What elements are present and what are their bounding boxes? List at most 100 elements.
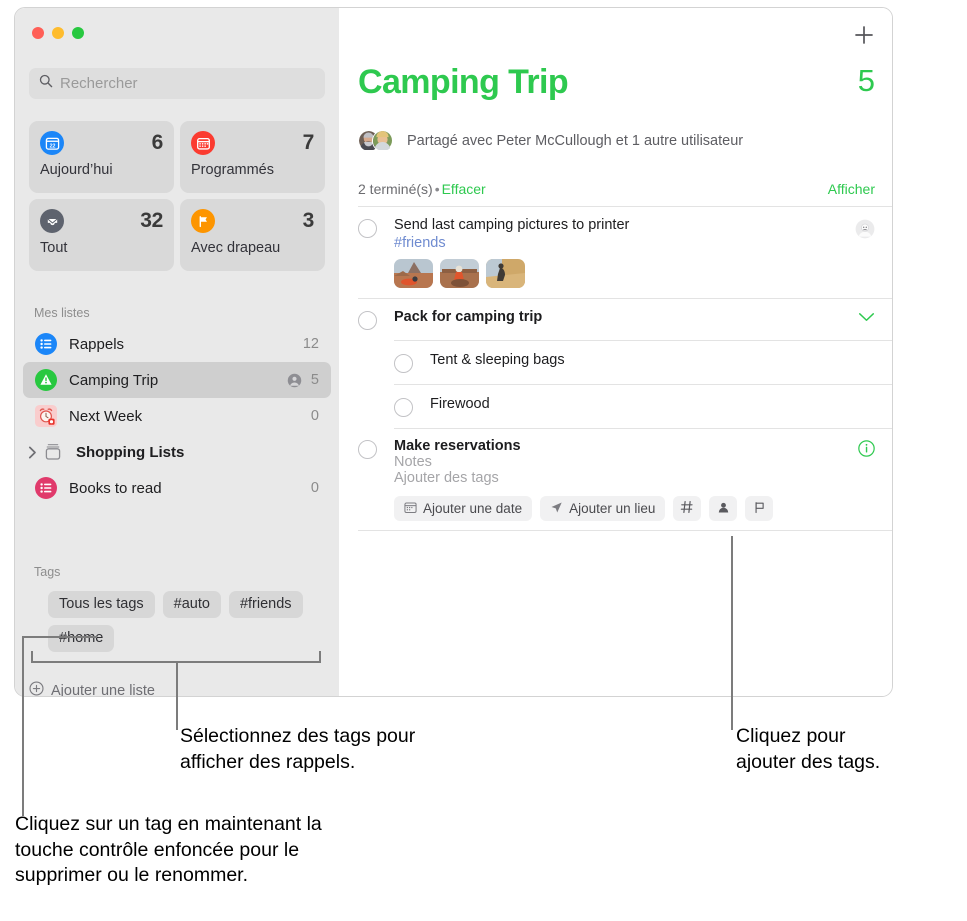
subtask-row[interactable]: Tent & sleeping bags	[394, 341, 892, 373]
tags-header: Tags	[34, 565, 61, 579]
completed-meta-row: 2 terminé(s) • Effacer Afficher	[358, 181, 875, 197]
assigned-avatar-icon[interactable]	[855, 219, 875, 244]
callout-line-tag-ctrl	[22, 636, 24, 816]
avatar-group	[358, 130, 398, 152]
sidebar-item-count: 0	[310, 408, 319, 424]
task-title: Send last camping pictures to printer	[394, 217, 630, 233]
task-title: Pack for camping trip	[394, 309, 543, 325]
subtask-checkbox[interactable]	[394, 398, 413, 417]
subtask-group: Tent & sleeping bags Firewood	[394, 340, 892, 429]
sidebar-item-label: Camping Trip	[69, 371, 159, 389]
task-checkbox[interactable]	[358, 440, 377, 459]
subtask-checkbox[interactable]	[394, 354, 413, 373]
sidebar-item-next-week[interactable]: Next Week 0	[23, 398, 331, 434]
tag-chip-auto[interactable]: #auto	[162, 591, 221, 618]
show-completed-button[interactable]: Afficher	[828, 181, 875, 197]
calendar-icon	[404, 501, 417, 517]
photo-thumbnail[interactable]	[440, 259, 479, 288]
task-row[interactable]: Pack for camping trip	[358, 299, 892, 330]
add-location-button[interactable]: Ajouter un lieu	[540, 496, 666, 521]
tag-chip-home[interactable]: #home	[48, 625, 115, 652]
lists-container: Rappels 12 Camping Trip 5 Next Week 0 Sh…	[23, 326, 331, 506]
task-attachments	[394, 259, 882, 288]
calendar-today-icon: 22	[40, 131, 64, 155]
divider	[358, 530, 892, 531]
subtask-title: Tent & sleeping bags	[430, 352, 565, 368]
callout-bracket-tags-left-tick	[31, 651, 33, 662]
smart-list-label: Avec drapeau	[191, 240, 281, 256]
smart-list-today[interactable]: 22 6 Aujourd’hui	[29, 121, 174, 193]
chevron-right-icon[interactable]	[25, 446, 39, 459]
task-list: Send last camping pictures to printer #f…	[358, 206, 892, 531]
sidebar-item-label: Shopping Lists	[76, 443, 185, 461]
list-icon	[34, 476, 58, 500]
callout-line: touche contrôle enfoncée pour le	[15, 838, 300, 861]
task-checkbox[interactable]	[358, 311, 377, 330]
search-field[interactable]: Rechercher	[29, 68, 325, 99]
calendar-scheduled-icon	[191, 131, 215, 155]
smart-list-scheduled[interactable]: 7 Programmés	[180, 121, 325, 193]
close-button[interactable]	[32, 27, 44, 39]
chevron-down-icon[interactable]	[858, 310, 875, 328]
task-checkbox[interactable]	[358, 219, 377, 238]
meta-separator: •	[434, 181, 440, 197]
add-list-button[interactable]: Ajouter une liste	[29, 681, 155, 696]
callout-line: supprimer ou le renommer.	[15, 864, 249, 887]
sidebar-item-rappels[interactable]: Rappels 12	[23, 326, 331, 362]
flag-outline-icon	[753, 501, 766, 517]
shared-status[interactable]: Partagé avec Peter McCullough et 1 autre…	[358, 130, 743, 152]
main-panel: Camping Trip 5 Partagé avec Peter McCull…	[339, 8, 892, 696]
sidebar-item-label: Books to read	[69, 479, 162, 497]
inbox-all-icon	[40, 209, 64, 233]
avatar	[372, 130, 394, 152]
shared-with-text: Partagé avec Peter McCullough et 1 autre…	[407, 133, 744, 149]
clear-completed-button[interactable]: Effacer	[442, 181, 486, 197]
callout-text-tag-ctrl: Cliquez sur un tag en maintenant la touc…	[15, 812, 535, 889]
add-tags-field[interactable]: Ajouter des tags	[394, 470, 882, 486]
callout-line: Cliquez sur un tag en maintenant la	[15, 813, 322, 835]
sidebar-item-label: Rappels	[69, 335, 125, 353]
minimize-button[interactable]	[52, 27, 64, 39]
svg-text:22: 22	[49, 143, 55, 149]
info-circle-icon[interactable]	[858, 440, 875, 462]
tags-container: Tous les tags #auto #friends #home	[48, 591, 333, 652]
location-arrow-icon	[550, 501, 563, 517]
smart-list-all[interactable]: 32 Tout	[29, 199, 174, 271]
add-date-button[interactable]: Ajouter une date	[394, 496, 533, 521]
callout-text-add-tags: Cliquez pour ajouter des tags.	[736, 724, 966, 775]
assign-person-button[interactable]	[709, 496, 738, 521]
zoom-button[interactable]	[72, 27, 84, 39]
sidebar-item-shopping-lists[interactable]: Shopping Lists	[23, 434, 331, 470]
task-row[interactable]: Send last camping pictures to printer #f…	[358, 207, 892, 288]
subtask-row[interactable]: Firewood	[394, 385, 892, 417]
callout-text-tags-select: Sélectionnez des tags pour afficher des …	[180, 724, 540, 775]
reminders-window: Rechercher 22 6 Aujourd’hui 7 Programmés…	[14, 7, 893, 697]
list-icon	[34, 332, 58, 356]
callout-line-tag-ctrl-hook	[22, 636, 97, 638]
person-icon	[717, 501, 730, 517]
folder-group-icon	[41, 440, 65, 464]
hash-tag-icon	[680, 500, 694, 517]
smart-list-label: Programmés	[191, 162, 274, 178]
add-reminder-button[interactable]	[853, 24, 875, 51]
alarm-clock-icon	[34, 404, 58, 428]
sidebar-item-books-to-read[interactable]: Books to read 0	[23, 470, 331, 506]
task-row-expanded[interactable]: Make reservations Notes Ajouter des tags	[358, 429, 892, 521]
smart-list-flagged[interactable]: 3 Avec drapeau	[180, 199, 325, 271]
search-placeholder: Rechercher	[60, 75, 138, 92]
callout-line-add-tags	[731, 536, 733, 730]
sidebar-item-camping-trip[interactable]: Camping Trip 5	[23, 362, 331, 398]
photo-thumbnail[interactable]	[394, 259, 433, 288]
tag-chip-friends[interactable]: #friends	[228, 591, 303, 618]
sidebar-item-count: 5	[310, 372, 319, 388]
flag-button[interactable]	[745, 496, 774, 521]
photo-thumbnail[interactable]	[486, 259, 525, 288]
tag-chip-all[interactable]: Tous les tags	[48, 591, 155, 618]
task-tag[interactable]: #friends	[394, 235, 882, 251]
list-header: Camping Trip 5	[358, 65, 875, 99]
task-title: Make reservations	[394, 438, 521, 454]
smart-list-label: Tout	[40, 240, 68, 256]
add-tag-button[interactable]	[673, 496, 702, 521]
notes-field[interactable]: Notes	[394, 454, 882, 470]
sidebar-item-count: 12	[302, 336, 319, 352]
